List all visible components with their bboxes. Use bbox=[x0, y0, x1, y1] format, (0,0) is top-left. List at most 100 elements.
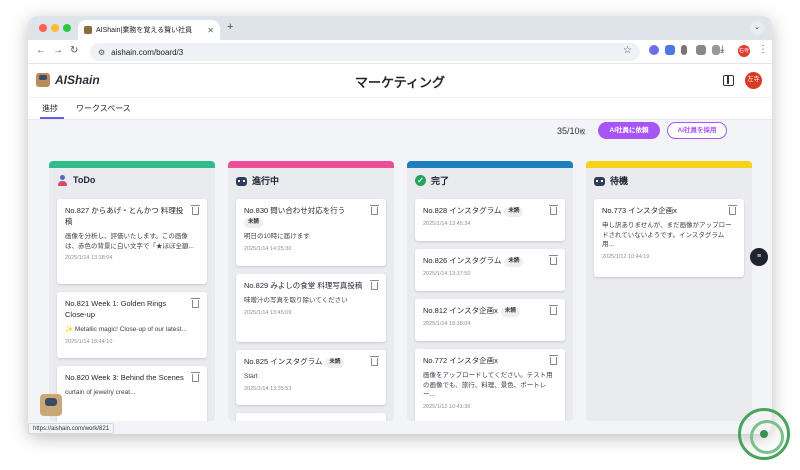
camera-icon[interactable] bbox=[696, 45, 706, 55]
robot-icon bbox=[236, 176, 247, 186]
column-color-bar bbox=[49, 161, 215, 168]
unread-badge: 未読 bbox=[325, 358, 345, 368]
browser-toolbar: ← → ↻ ⚙ aishain.com/board/3 ☆ ⤓ 右寺 ⋮ bbox=[28, 40, 772, 64]
trash-icon[interactable] bbox=[191, 372, 200, 382]
card-title: No.821 Week 1: Golden Rings Close-up bbox=[65, 299, 167, 319]
task-card[interactable]: No.825 インスタグラム 未読 Start 2025/1/14 13:35:5… bbox=[236, 350, 386, 405]
task-card[interactable]: No.830 問い合わせ対応を行う 未読 明日の10時に届けます 2025/1/1… bbox=[236, 199, 386, 266]
task-card[interactable]: No.828 インスタグラム 未読 2025/1/14 13:45:34 bbox=[415, 199, 565, 241]
card-title: No.829 みよしの食堂 料理写真投稿 bbox=[244, 281, 363, 290]
card-title: No.773 インスタ企画x bbox=[602, 206, 677, 215]
column-color-bar bbox=[228, 161, 394, 168]
close-window-button[interactable] bbox=[39, 24, 47, 32]
column-done: ✓ 完了 No.828 インスタグラム 未読 2025/1/14 13:45:34… bbox=[407, 161, 573, 421]
trash-icon[interactable] bbox=[370, 205, 379, 215]
download-icon[interactable]: ⤓ bbox=[720, 44, 724, 55]
task-card[interactable]: No.820 Week 3: Behind the Scenes curtain… bbox=[57, 366, 207, 421]
trash-icon[interactable] bbox=[549, 255, 558, 265]
column-in-progress: 進行中 No.830 問い合わせ対応を行う 未読 明日の10時に届けます 2025… bbox=[228, 161, 394, 421]
column-header: 待機 bbox=[586, 168, 752, 192]
active-tab-indicator bbox=[40, 117, 64, 119]
column-color-bar bbox=[586, 161, 752, 168]
work-count-value: 35/10 bbox=[557, 126, 580, 136]
task-card[interactable]: No.826 インスタグラム 未読 2025/1/14 13:37:50 bbox=[415, 249, 565, 291]
card-date: 2025/1/12 10:41:36 bbox=[423, 404, 471, 411]
watermark-logo-icon bbox=[738, 408, 790, 460]
maximize-window-button[interactable] bbox=[63, 24, 71, 32]
app-tabs: 進捗 ワークスペース bbox=[28, 98, 772, 120]
card-title: No.812 インスタ企画x 未読 bbox=[423, 306, 557, 317]
trash-icon[interactable] bbox=[549, 355, 558, 365]
forward-icon[interactable]: → bbox=[53, 45, 63, 56]
tab-workspace[interactable]: ワークスペース bbox=[76, 103, 131, 114]
task-card[interactable]: No.812 インスタ企画x 未読 2025/1/14 18:38:04 bbox=[415, 299, 565, 341]
card-description: 味噌汁の写真を取り除いてください bbox=[244, 296, 348, 304]
card-description: 明日の10時に届けます bbox=[244, 232, 310, 240]
unread-badge: 未読 bbox=[500, 307, 520, 317]
card-date: 2025/1/14 14:25:30 bbox=[244, 245, 292, 252]
column-todo: ToDo No.827 からあげ・とんかつ 料理投稿 画像を分析し、評価いたしま… bbox=[49, 161, 215, 421]
check-circle-icon: ✓ bbox=[415, 174, 426, 186]
browser-tab[interactable]: AIShain|業務を覚える賢い社員 ✕ bbox=[78, 20, 220, 40]
favicon-icon bbox=[84, 26, 92, 34]
column-header: ToDo bbox=[49, 168, 215, 192]
page-title: マーケティング bbox=[355, 75, 445, 90]
trash-icon[interactable] bbox=[549, 205, 558, 215]
card-title: No.828 インスタグラム 未読 bbox=[423, 206, 557, 217]
mascot-icon[interactable] bbox=[40, 394, 62, 416]
card-date: 2025/1/14 13:38:04 bbox=[65, 255, 113, 262]
card-date: 2025/1/14 13:45:34 bbox=[423, 220, 471, 227]
card-title-text: No.825 インスタグラム bbox=[244, 357, 323, 366]
card-title-text: No.812 インスタ企画x bbox=[423, 306, 498, 315]
tab-title: AIShain|業務を覚える賢い社員 bbox=[96, 27, 193, 34]
bookmark-star-icon[interactable]: ☆ bbox=[623, 45, 632, 56]
extension-icon[interactable] bbox=[649, 45, 659, 55]
card-description: curtain of jewelry creat... bbox=[65, 388, 136, 396]
close-tab-icon[interactable]: ✕ bbox=[207, 26, 214, 35]
task-card[interactable]: No.829 みよしの食堂 料理写真投稿 味噌汁の写真を取り除いてください 20… bbox=[236, 274, 386, 342]
url-text: aishain.com/board/3 bbox=[111, 47, 184, 57]
tab-bar: AIShain|業務を覚える賢い社員 ✕ + ⌄ bbox=[28, 16, 772, 40]
trash-icon[interactable] bbox=[191, 298, 200, 308]
column-title: 完了 bbox=[431, 175, 450, 186]
back-icon[interactable]: ← bbox=[36, 45, 46, 56]
request-ai-employee-button[interactable]: AI社員に依頼 bbox=[598, 122, 660, 139]
unread-badge: 未読 bbox=[504, 207, 524, 217]
card-date: 2025/1/14 13:45:09 bbox=[244, 309, 292, 316]
unread-badge: 未読 bbox=[244, 217, 264, 228]
card-title: No.825 インスタグラム 未読 bbox=[244, 357, 378, 368]
site-settings-icon[interactable]: ⚙ bbox=[98, 48, 105, 57]
side-panel-toggle-icon[interactable]: ≡ bbox=[750, 248, 768, 266]
user-avatar[interactable]: 左寺 bbox=[745, 72, 762, 89]
tab-progress[interactable]: 進捗 bbox=[42, 103, 58, 114]
trash-icon[interactable] bbox=[549, 305, 558, 315]
task-card[interactable]: No.773 インスタ企画x 申し訳ありませんが、まだ画像がアップロードされてい… bbox=[594, 199, 744, 277]
address-bar[interactable]: ⚙ aishain.com/board/3 ☆ bbox=[90, 43, 640, 61]
layout-icon[interactable] bbox=[723, 75, 734, 86]
minimize-window-button[interactable] bbox=[51, 24, 59, 32]
trash-icon[interactable] bbox=[728, 205, 737, 215]
card-description: 画像をアップロードしてください。テスト用の画像でも、旅行、料理、景色、ポートレー… bbox=[423, 371, 553, 399]
card-title: No.820 Week 3: Behind the Scenes bbox=[65, 373, 184, 382]
task-card[interactable]: No.827 からあげ・とんかつ 料理投稿 画像を分析し、評価いたします。この画… bbox=[57, 199, 207, 284]
task-card[interactable] bbox=[236, 413, 386, 421]
trash-icon[interactable] bbox=[370, 280, 379, 290]
tab-search-button[interactable]: ⌄ bbox=[750, 21, 764, 35]
profile-avatar[interactable]: 右寺 bbox=[738, 45, 750, 57]
task-card[interactable]: No.821 Week 1: Golden Rings Close-up ✨ M… bbox=[57, 292, 207, 358]
column-color-bar bbox=[407, 161, 573, 168]
trash-icon[interactable] bbox=[191, 205, 200, 215]
card-title-text: No.830 問い合わせ対応を行う bbox=[244, 206, 346, 215]
microphone-icon[interactable] bbox=[681, 45, 687, 55]
trash-icon[interactable] bbox=[370, 356, 379, 366]
translate-icon[interactable] bbox=[665, 45, 675, 55]
puzzle-icon[interactable] bbox=[712, 45, 720, 55]
unread-badge: 未読 bbox=[504, 257, 524, 267]
browser-menu-icon[interactable]: ⋮ bbox=[758, 44, 768, 55]
card-title: No.827 からあげ・とんかつ 料理投稿 bbox=[65, 206, 184, 226]
reload-icon[interactable]: ↻ bbox=[70, 45, 78, 56]
new-tab-button[interactable]: + bbox=[227, 21, 233, 33]
hire-ai-employee-button[interactable]: AI社員を採用 bbox=[667, 122, 727, 139]
card-title-text: No.828 インスタグラム bbox=[423, 206, 502, 215]
task-card[interactable]: No.772 インスタ企画x 画像をアップロードしてください。テスト用の画像でも… bbox=[415, 349, 565, 421]
